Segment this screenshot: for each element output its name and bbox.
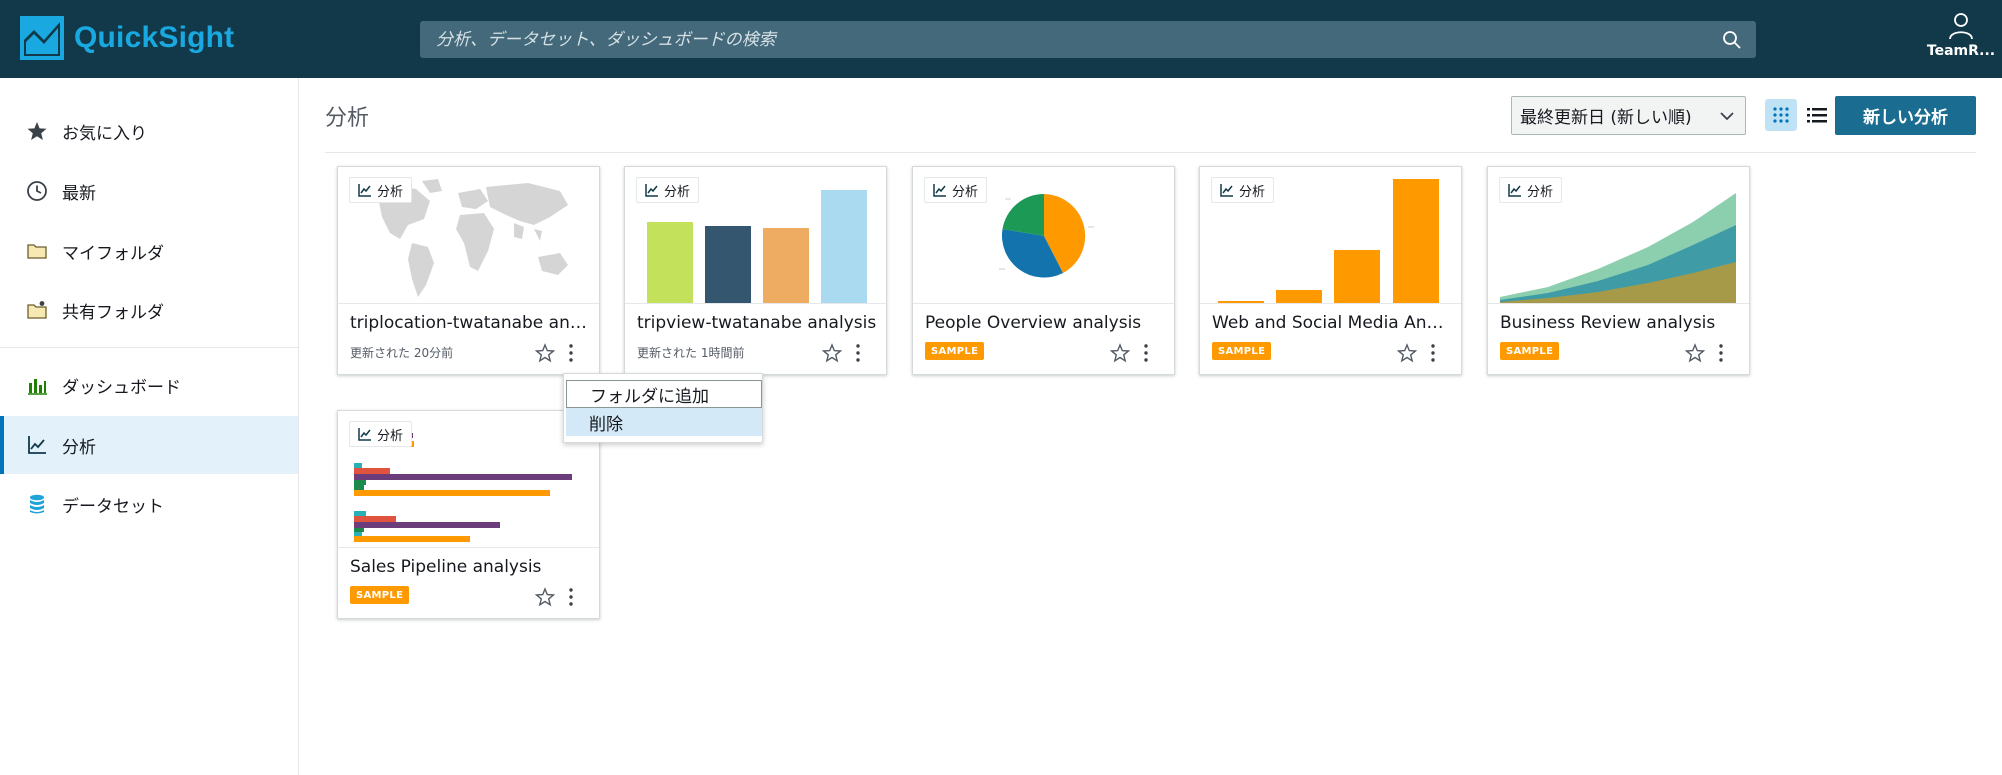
- grid-icon: [1773, 107, 1789, 123]
- favorite-star-icon[interactable]: [535, 343, 555, 363]
- card-thumbnail: 分析: [1488, 167, 1749, 304]
- more-options-icon[interactable]: [564, 343, 578, 363]
- analysis-icon: [26, 434, 48, 456]
- star-icon: [26, 120, 48, 142]
- favorite-star-icon[interactable]: [535, 587, 555, 607]
- card-type-badge: 分析: [349, 421, 413, 447]
- card-title[interactable]: Sales Pipeline analysis: [350, 557, 590, 577]
- sample-badge: SAMPLE: [1500, 342, 1560, 360]
- sample-badge: SAMPLE: [925, 342, 985, 360]
- sidebar-item-favorites[interactable]: お気に入り: [0, 102, 298, 160]
- folder-icon: [26, 240, 48, 262]
- analysis-icon: [358, 428, 371, 441]
- card-type-badge: 分析: [1499, 177, 1563, 203]
- dashboard-icon: [26, 374, 48, 396]
- sample-badge: SAMPLE: [1212, 342, 1272, 360]
- card-type-badge: 分析: [1211, 177, 1275, 203]
- sidebar-item-my-folders[interactable]: マイフォルダ: [0, 222, 298, 280]
- clock-icon: [26, 180, 48, 202]
- analysis-card[interactable]: 分析 Business Review analysis SAMPLE: [1487, 166, 1750, 375]
- card-type-badge: 分析: [636, 177, 700, 203]
- sidebar-item-analyses[interactable]: 分析: [0, 416, 298, 474]
- analysis-card[interactable]: 分析 Web and Social Media Analysis SAMPLE: [1199, 166, 1462, 375]
- analysis-icon: [1220, 184, 1233, 197]
- user-icon: [1949, 13, 1973, 40]
- user-menu[interactable]: TeamR...: [1920, 12, 2002, 59]
- card-thumbnail: 分析: [1200, 167, 1461, 304]
- quicksight-logo-icon: [20, 16, 64, 60]
- card-title[interactable]: tripview-twatanabe analysis: [637, 313, 877, 333]
- analysis-icon: [933, 184, 946, 197]
- user-name: TeamR...: [1926, 43, 1996, 59]
- search-input[interactable]: [420, 21, 1756, 58]
- sidebar-divider: [0, 347, 298, 348]
- search-bar: [420, 21, 1756, 58]
- card-updated-time: 更新された 20分前: [350, 346, 454, 360]
- card-thumbnail: 分析: [338, 167, 599, 304]
- sidebar-item-shared-folders[interactable]: 共有フォルダ: [0, 281, 298, 339]
- app-name: QuickSight: [74, 21, 235, 54]
- analysis-icon: [645, 184, 658, 197]
- favorite-star-icon[interactable]: [1397, 343, 1417, 363]
- page-title: 分析: [325, 106, 370, 131]
- more-options-icon[interactable]: [564, 587, 578, 607]
- card-title[interactable]: Business Review analysis: [1500, 313, 1740, 333]
- top-navigation-bar: QuickSight TeamR...: [0, 0, 2002, 78]
- list-icon: [1807, 108, 1827, 123]
- favorite-star-icon[interactable]: [1685, 343, 1705, 363]
- card-title[interactable]: People Overview analysis: [925, 313, 1165, 333]
- analysis-card[interactable]: 分析 triplocation-twatanabe analysis 更新された…: [337, 166, 600, 375]
- menu-item-add-to-folder[interactable]: フォルダに追加: [566, 380, 762, 408]
- sidebar: お気に入り 最新 マイフォルダ 共有フォルダ ダッシュボード 分析 データセット: [0, 78, 299, 775]
- card-thumbnail: 分析: [625, 167, 886, 304]
- new-analysis-button[interactable]: 新しい分析: [1835, 96, 1976, 135]
- analysis-card[interactable]: 分析 Sales Pipeline analysis SAMPLE: [337, 410, 600, 619]
- card-thumbnail: 分析: [913, 167, 1174, 304]
- sidebar-item-recent[interactable]: 最新: [0, 162, 298, 220]
- sort-dropdown[interactable]: 最終更新日 (新しい順): [1511, 96, 1746, 135]
- more-options-icon[interactable]: [1139, 343, 1153, 363]
- chevron-down-icon: [1720, 112, 1734, 121]
- shared-folder-icon: [26, 299, 48, 321]
- card-context-menu: フォルダに追加 削除: [563, 373, 763, 443]
- analysis-icon: [1508, 184, 1521, 197]
- more-options-icon[interactable]: [1426, 343, 1440, 363]
- quicksight-logo[interactable]: QuickSight: [20, 16, 234, 60]
- list-view-toggle[interactable]: [1801, 99, 1833, 131]
- sample-badge: SAMPLE: [350, 586, 410, 604]
- grid-view-toggle[interactable]: [1765, 99, 1797, 131]
- search-icon[interactable]: [1722, 30, 1742, 50]
- card-updated-time: 更新された 1時間前: [637, 346, 745, 360]
- card-type-badge: 分析: [349, 177, 413, 203]
- analysis-icon: [358, 184, 371, 197]
- sort-dropdown-value: 最終更新日 (新しい順): [1520, 108, 1692, 128]
- more-options-icon[interactable]: [851, 343, 865, 363]
- analysis-card[interactable]: 分析 tripview-twatanabe analysis 更新された 1時間…: [624, 166, 887, 375]
- card-title[interactable]: Web and Social Media Analysis: [1212, 313, 1452, 333]
- more-options-icon[interactable]: [1714, 343, 1728, 363]
- card-type-badge: 分析: [924, 177, 988, 203]
- card-thumbnail: 分析: [338, 411, 599, 548]
- favorite-star-icon[interactable]: [822, 343, 842, 363]
- card-title[interactable]: triplocation-twatanabe analysis: [350, 313, 590, 333]
- analysis-card[interactable]: 分析 People Overview analysis SAMPLE: [912, 166, 1175, 375]
- dataset-icon: [26, 493, 48, 515]
- favorite-star-icon[interactable]: [1110, 343, 1130, 363]
- header-divider: [325, 152, 1976, 153]
- sidebar-item-dashboards[interactable]: ダッシュボード: [0, 356, 298, 414]
- sidebar-item-datasets[interactable]: データセット: [0, 475, 298, 533]
- menu-item-delete[interactable]: 削除: [566, 408, 762, 436]
